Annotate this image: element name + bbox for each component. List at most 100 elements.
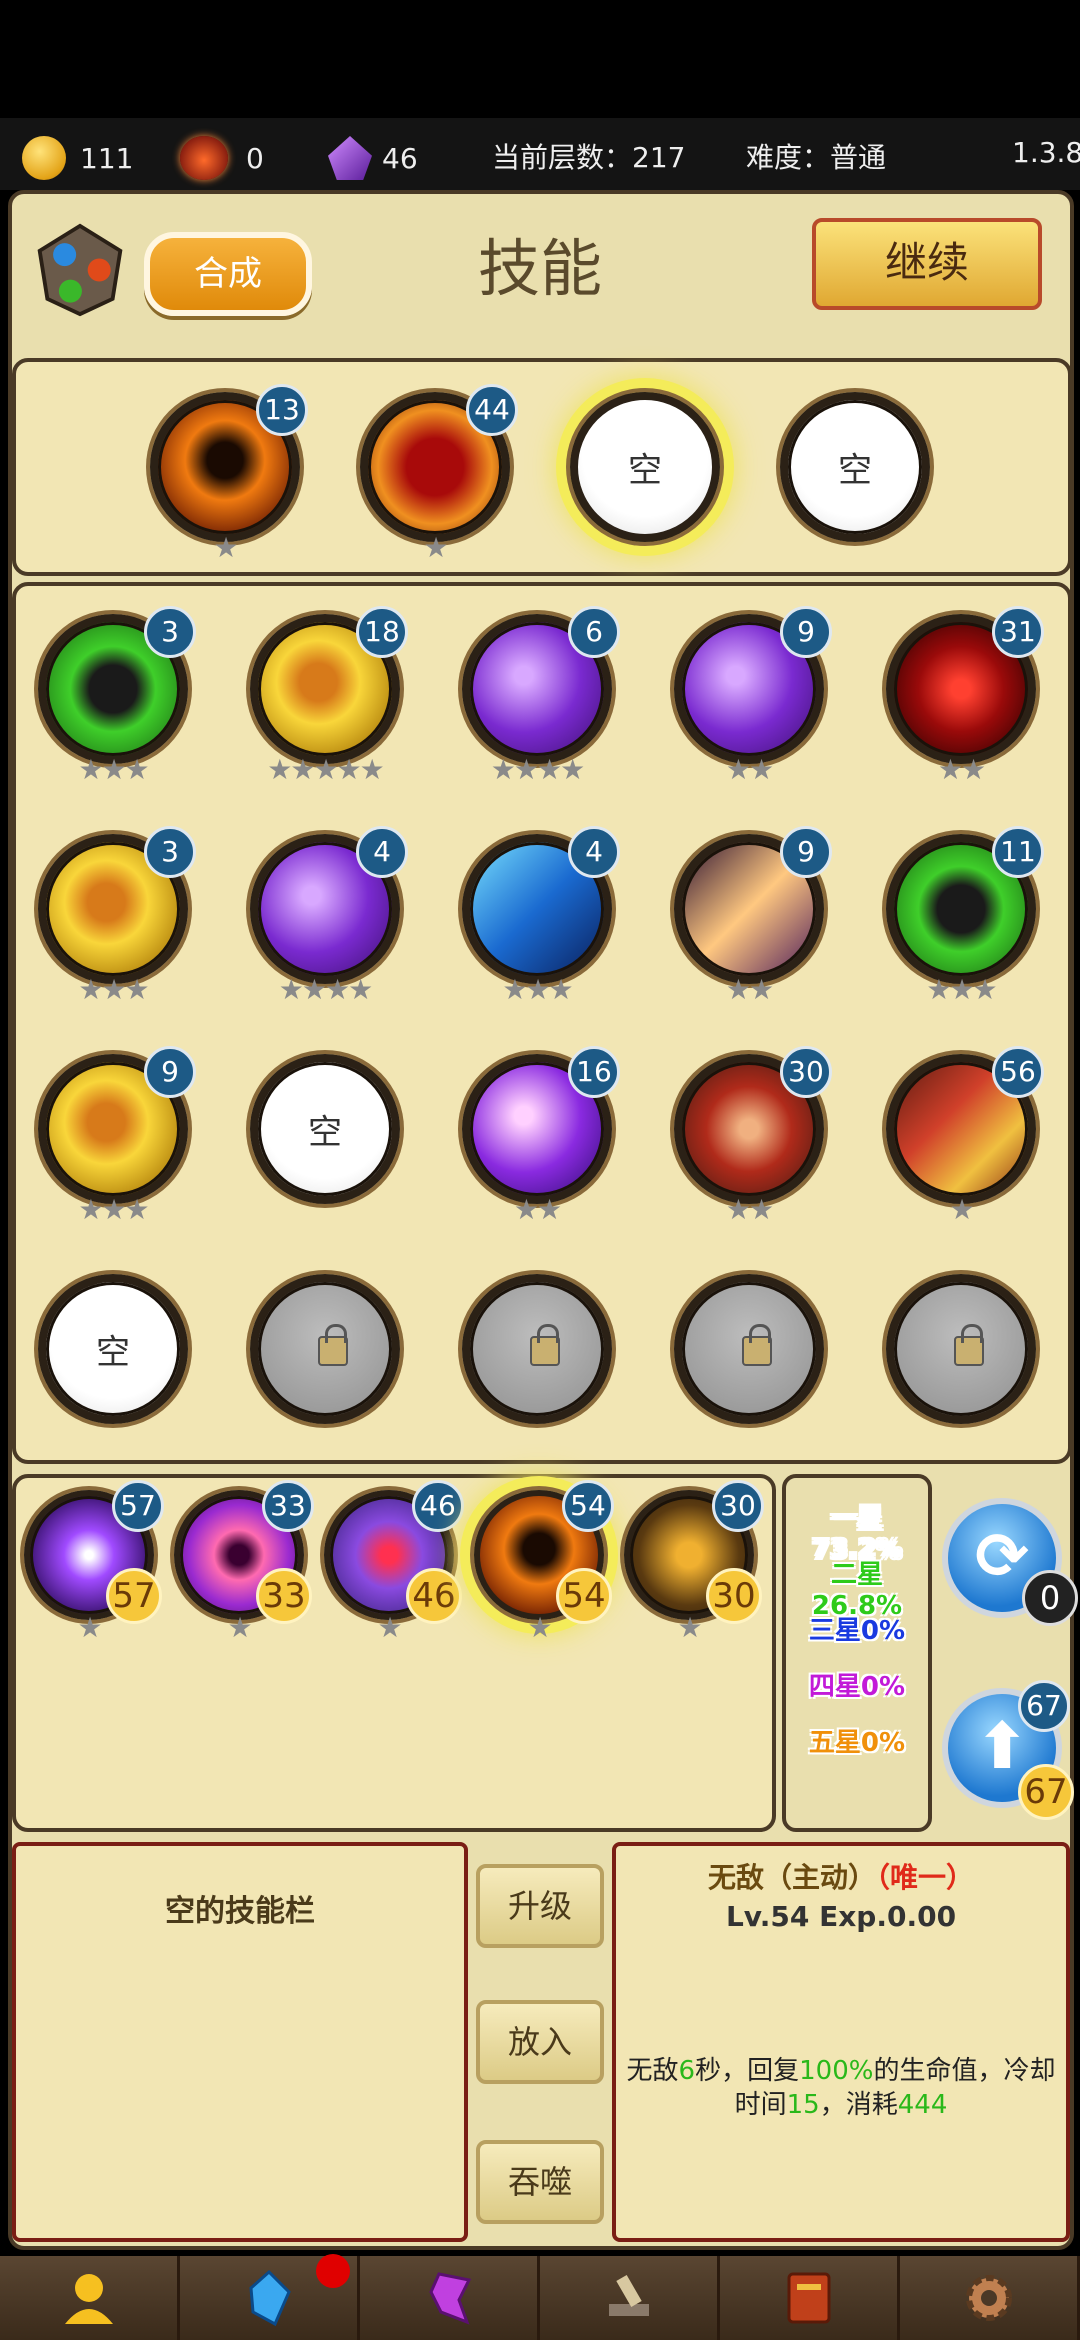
devour-button[interactable]: 吞噬 bbox=[476, 2140, 604, 2224]
level-badge: 9 bbox=[144, 1046, 196, 1098]
refresh-count-badge: 0 bbox=[1022, 1570, 1078, 1626]
inventory-slot[interactable]: 4 ★★★★ bbox=[250, 826, 408, 1006]
continue-button[interactable]: 继续 bbox=[812, 218, 1042, 310]
bomb-counter: 0 bbox=[180, 136, 264, 180]
star-rating: ★★ bbox=[725, 753, 774, 786]
inventory-slot[interactable]: 31 ★★ bbox=[886, 606, 1044, 786]
level-badge: 6 bbox=[568, 606, 620, 658]
level-badge: 57 bbox=[112, 1480, 164, 1532]
locked-slot[interactable] bbox=[886, 1274, 1036, 1424]
settings-gear-icon bbox=[965, 2275, 1012, 2321]
lock-icon bbox=[954, 1324, 984, 1366]
star-rating: ★★ bbox=[937, 753, 986, 786]
inventory-slot[interactable]: 3 ★★★ bbox=[38, 826, 196, 1006]
level-badge: 9 bbox=[780, 826, 832, 878]
bottom-nav bbox=[0, 2254, 1080, 2340]
lock-icon bbox=[530, 1324, 560, 1366]
floor-label: 当前层数：217 bbox=[492, 141, 686, 174]
inventory-slot[interactable]: 4 ★★★ bbox=[462, 826, 620, 1006]
star-rating: ★ bbox=[677, 1611, 702, 1644]
level-badge: 13 bbox=[256, 384, 308, 436]
skill-detail-panel: 无敌（主动）（唯一） Lv.54 Exp.0.00 无敌6秒，回复100%的生命… bbox=[612, 1842, 1070, 2242]
skill-description: 无敌6秒，回复100%的生命值，冷却时间15，消耗444 bbox=[626, 2056, 1056, 2120]
inventory-slot[interactable]: 18 ★★★★★ bbox=[250, 606, 408, 786]
equipped-slot-2[interactable]: 44 ★ bbox=[360, 384, 518, 564]
level-badge: 30 bbox=[712, 1480, 764, 1532]
equipped-slot-3[interactable]: 空 bbox=[570, 392, 720, 542]
inventory-slot[interactable]: 16 ★★ bbox=[462, 1046, 620, 1226]
locked-slot[interactable] bbox=[462, 1274, 612, 1424]
draw-pool-skill[interactable]: 46 46 ★ bbox=[324, 1480, 464, 1644]
equipped-slot-1[interactable]: 13 ★ bbox=[150, 384, 308, 564]
level-badge: 46 bbox=[412, 1480, 464, 1532]
level-badge: 16 bbox=[568, 1046, 620, 1098]
inventory-slot[interactable]: 56 ★ bbox=[886, 1046, 1044, 1226]
gold-coin-icon bbox=[22, 136, 66, 180]
level-badge: 18 bbox=[356, 606, 408, 658]
tab-hero[interactable] bbox=[0, 2256, 180, 2340]
tab-settings[interactable] bbox=[900, 2256, 1080, 2340]
star-rating: ★ bbox=[423, 531, 448, 564]
tab-rune[interactable] bbox=[360, 2256, 540, 2340]
draw-pool-skill[interactable]: 54 54 ★ bbox=[474, 1480, 614, 1644]
star-rating: ★★ bbox=[513, 1193, 562, 1226]
draw-pool-skill[interactable]: 57 57 ★ bbox=[24, 1480, 164, 1644]
level-badge: 9 bbox=[780, 606, 832, 658]
locked-slot[interactable] bbox=[674, 1274, 824, 1424]
skill-name: 无敌（主动）（唯一） bbox=[707, 1861, 975, 1894]
resource-bar: 111 0 46 当前层数：217 难度：普通 1.3.8 bbox=[0, 118, 1080, 190]
star-rating: ★★★ bbox=[502, 973, 573, 1006]
locked-slot[interactable] bbox=[250, 1274, 400, 1424]
star-rating: ★ bbox=[77, 1611, 102, 1644]
refresh-button[interactable]: ⟳ 0 bbox=[942, 1498, 1078, 1626]
inventory-slot[interactable]: 9 ★★★ bbox=[38, 1046, 196, 1226]
star-rating: ★★★★★ bbox=[267, 753, 385, 786]
star-rating: ★ bbox=[227, 1611, 252, 1644]
hero-icon bbox=[64, 2274, 113, 2324]
star-rating: ★★★ bbox=[78, 973, 149, 1006]
star-rating: ★ bbox=[949, 1193, 974, 1226]
level-badge: 56 bbox=[992, 1046, 1044, 1098]
upgrade-button[interactable]: 升级 bbox=[476, 1864, 604, 1948]
inventory-slot[interactable]: 30 ★★ bbox=[674, 1046, 832, 1226]
inventory-slot[interactable]: 6 ★★★★ bbox=[462, 606, 620, 786]
star-rating: ★★★ bbox=[78, 753, 149, 786]
crystal-icon bbox=[328, 136, 372, 180]
rate-5star: 五星0% bbox=[808, 1728, 906, 1758]
level-badge: 30 bbox=[780, 1046, 832, 1098]
inventory-slot[interactable]: 9 ★★ bbox=[674, 826, 832, 1006]
star-rating: ★★★ bbox=[926, 973, 997, 1006]
book-icon bbox=[787, 2272, 830, 2324]
tab-forge[interactable] bbox=[540, 2256, 720, 2340]
level-badge: 3 bbox=[144, 826, 196, 878]
rate-4star: 四星0% bbox=[808, 1672, 906, 1702]
upgrade-pool-button[interactable]: ⬆ 67 67 bbox=[942, 1680, 1074, 1820]
inventory-slot[interactable]: 9 ★★ bbox=[674, 606, 832, 786]
tab-book[interactable] bbox=[720, 2256, 900, 2340]
lock-icon bbox=[318, 1324, 348, 1366]
inventory-slot[interactable]: 3 ★★★ bbox=[38, 606, 196, 786]
star-rating: ★ bbox=[377, 1611, 402, 1644]
selected-slot-info: 空的技能栏 bbox=[12, 1842, 468, 2242]
inventory-slot[interactable]: 空 bbox=[250, 1054, 400, 1204]
notification-dot bbox=[316, 2254, 350, 2288]
level-badge: 4 bbox=[356, 826, 408, 878]
star-rate-panel: 一星73.2% 二星26.8% 三星0% 四星0% 五星0% bbox=[782, 1474, 932, 1832]
draw-pool-skill[interactable]: 30 30 ★ bbox=[624, 1480, 764, 1644]
skill-level: Lv.54 Exp.0.00 bbox=[725, 1900, 957, 1933]
place-button[interactable]: 放入 bbox=[476, 2000, 604, 2084]
tab-crystal[interactable] bbox=[180, 2254, 360, 2340]
level-badge: 33 bbox=[262, 1480, 314, 1532]
draw-pool-skill[interactable]: 33 33 ★ bbox=[174, 1480, 314, 1644]
star-rating: ★ bbox=[527, 1611, 552, 1644]
inventory-slot[interactable]: 空 bbox=[38, 1274, 188, 1424]
level-badge: 3 bbox=[144, 606, 196, 658]
bomb-icon bbox=[180, 136, 228, 180]
star-rating: ★★★★ bbox=[490, 753, 585, 786]
rate-3star: 三星0% bbox=[808, 1616, 906, 1646]
star-rating: ★★ bbox=[725, 973, 774, 1006]
level-badge: 44 bbox=[466, 384, 518, 436]
crystal-counter: 46 bbox=[328, 136, 418, 180]
equipped-slot-4[interactable]: 空 bbox=[780, 392, 930, 542]
inventory-slot[interactable]: 11 ★★★ bbox=[886, 826, 1044, 1006]
